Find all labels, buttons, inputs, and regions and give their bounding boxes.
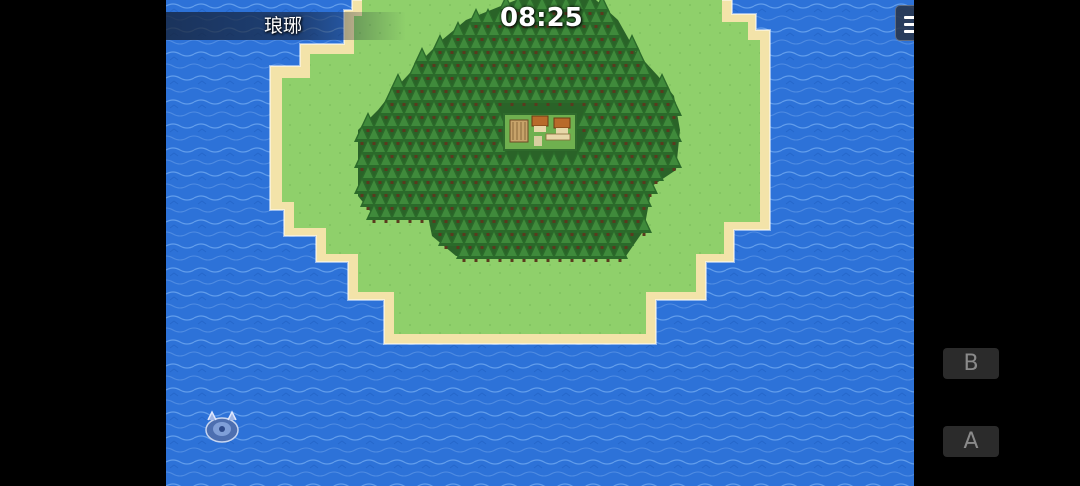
b-button[interactable]: B — [943, 348, 999, 379]
world-map[interactable] — [166, 0, 914, 486]
menu-button[interactable] — [895, 5, 914, 41]
a-button[interactable]: A — [943, 426, 999, 457]
game-clock: 08:25 — [500, 3, 583, 33]
game-screen[interactable]: 琅琊 08:25 — [166, 0, 914, 486]
village[interactable] — [503, 113, 577, 151]
location-name: 琅琊 — [264, 15, 303, 37]
